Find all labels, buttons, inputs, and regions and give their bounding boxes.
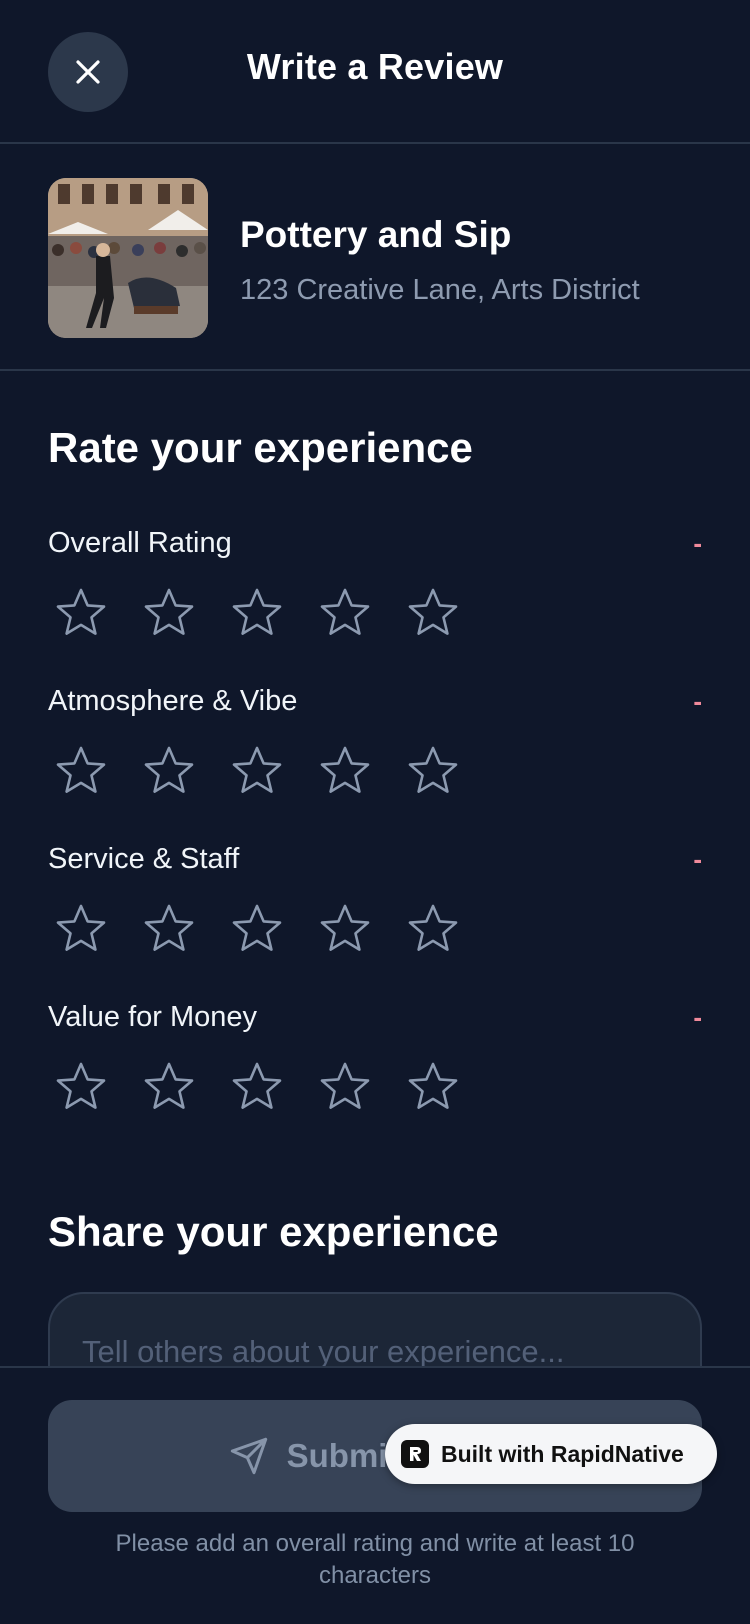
rating-value-service: - [693,844,702,874]
star-icon[interactable] [319,745,371,797]
validation-hint: Please add an overall rating and write a… [115,1530,635,1589]
star-rating-atmosphere[interactable] [55,745,459,801]
star-icon[interactable] [407,903,459,955]
rating-label-overall: Overall Rating [48,527,232,559]
footer: Submit Review Please add an overall rati… [0,1366,750,1624]
rating-label-value: Value for Money [48,1001,258,1033]
star-icon[interactable] [407,1061,459,1113]
rating-value-atmosphere: - [693,686,702,716]
star-icon[interactable] [143,745,195,797]
venue-card: Pottery and Sip 123 Creative Lane, Arts … [0,144,750,371]
star-icon[interactable] [407,587,459,639]
page-title: Write a Review [246,46,504,87]
star-icon[interactable] [143,1061,195,1113]
star-icon[interactable] [231,1061,283,1113]
star-icon[interactable] [231,745,283,797]
star-icon[interactable] [55,903,107,955]
star-rating-service[interactable] [55,903,459,959]
rating-label-atmosphere: Atmosphere & Vibe [48,685,298,717]
share-section-title: Share your experience [48,1208,499,1255]
star-icon[interactable] [55,745,107,797]
star-icon[interactable] [143,903,195,955]
star-icon[interactable] [319,587,371,639]
star-icon[interactable] [231,587,283,639]
star-icon[interactable] [319,1061,371,1113]
rating-value-overall: - [693,528,702,558]
header: Write a Review [0,0,750,144]
built-with-label: Built with RapidNative [441,1440,684,1467]
built-with-badge[interactable]: Built with RapidNative [385,1424,717,1484]
rate-section-title: Rate your experience [48,424,473,471]
rapidnative-logo-icon [401,1440,429,1468]
star-icon[interactable] [55,1061,107,1113]
venue-address: 123 Creative Lane, Arts District [240,274,640,306]
rating-value-value: - [693,1002,702,1032]
star-icon[interactable] [55,587,107,639]
venue-name: Pottery and Sip [240,214,512,255]
send-icon [230,1437,267,1475]
star-icon[interactable] [143,587,195,639]
venue-photo [48,178,208,338]
star-icon[interactable] [231,903,283,955]
star-icon[interactable] [407,745,459,797]
star-icon[interactable] [319,903,371,955]
star-rating-value[interactable] [55,1061,459,1117]
star-rating-overall[interactable] [55,587,459,643]
rating-label-service: Service & Staff [48,843,240,875]
